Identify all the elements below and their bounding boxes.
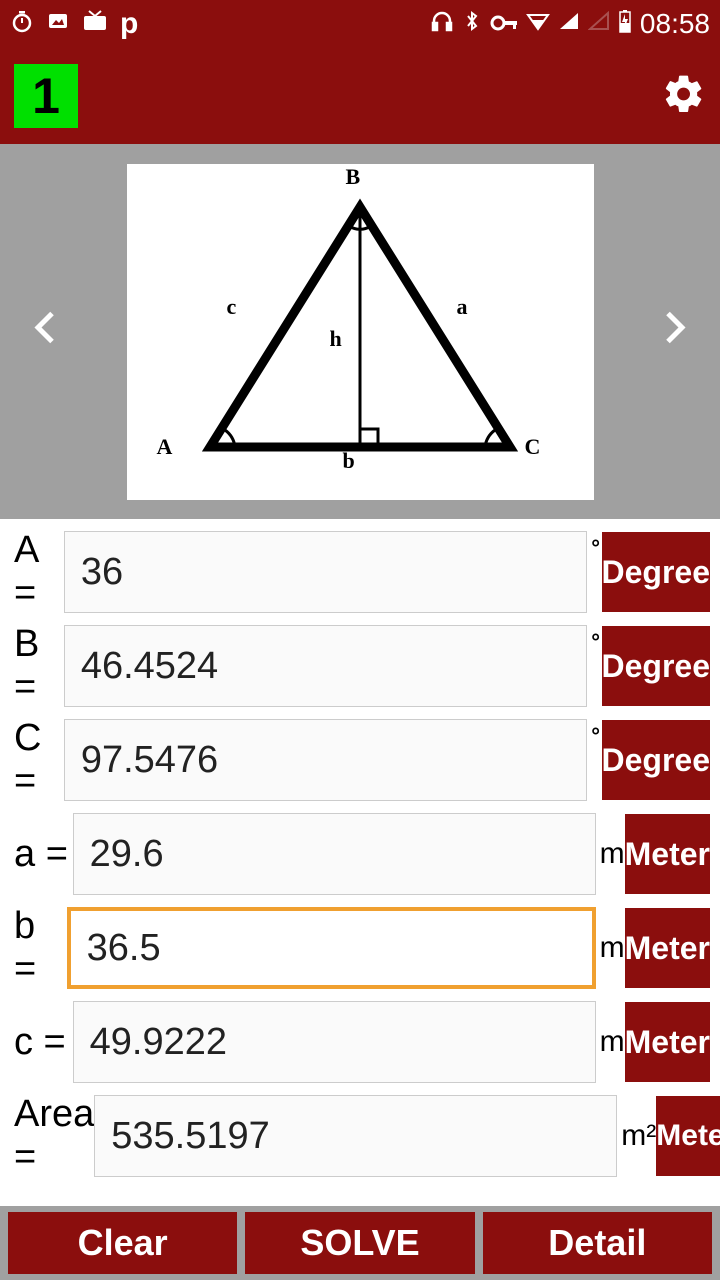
- row-c: c = m Meter: [10, 999, 710, 1085]
- label-b: b =: [10, 905, 67, 991]
- unit-btn-area[interactable]: Meter²: [656, 1096, 720, 1176]
- unit-c: m: [596, 1025, 625, 1059]
- picture-icon: [46, 9, 70, 40]
- tv-icon: [82, 9, 108, 40]
- row-C: C = ° Degree: [10, 717, 710, 803]
- solve-button[interactable]: SOLVE: [245, 1212, 474, 1274]
- unit-btn-c[interactable]: Meter: [625, 1002, 710, 1082]
- input-b[interactable]: [67, 907, 596, 989]
- input-A[interactable]: [64, 531, 587, 613]
- unit-area: m²: [617, 1119, 656, 1153]
- wifi-icon: [526, 10, 550, 38]
- label-a: a =: [10, 833, 73, 876]
- label-area: Area =: [10, 1093, 94, 1179]
- detail-button[interactable]: Detail: [483, 1212, 712, 1274]
- unit-btn-C[interactable]: Degree: [602, 720, 711, 800]
- clear-button[interactable]: Clear: [8, 1212, 237, 1274]
- chevron-right-icon[interactable]: [645, 309, 705, 354]
- label-C: C =: [10, 717, 64, 803]
- label-B: B =: [10, 623, 64, 709]
- p-icon: p: [120, 7, 138, 41]
- row-a: a = m Meter: [10, 811, 710, 897]
- bottom-bar: Clear SOLVE Detail: [0, 1206, 720, 1280]
- stopwatch-icon: [10, 9, 34, 40]
- row-b: b = m Meter: [10, 905, 710, 991]
- input-B[interactable]: [64, 625, 587, 707]
- app-bar: 1: [0, 48, 720, 144]
- vertex-B: B: [346, 164, 361, 190]
- unit-btn-A[interactable]: Degree: [602, 532, 711, 612]
- unit-a: m: [596, 837, 625, 871]
- row-B: B = ° Degree: [10, 623, 710, 709]
- signal-empty-icon: [588, 10, 610, 38]
- battery-icon: [618, 9, 632, 40]
- side-a: a: [457, 294, 468, 320]
- unit-btn-a[interactable]: Meter: [625, 814, 710, 894]
- side-b: b: [343, 448, 355, 474]
- diagram-area: A B C c a b h: [0, 144, 720, 519]
- chevron-left-icon[interactable]: [15, 309, 75, 354]
- label-A: A =: [10, 529, 64, 615]
- status-left: p: [10, 7, 138, 41]
- clock-time: 08:58: [640, 8, 710, 40]
- unit-b: m: [596, 931, 625, 965]
- row-A: A = ° Degree: [10, 529, 710, 615]
- input-area[interactable]: [94, 1095, 617, 1177]
- row-area: Area = m² Meter²: [10, 1093, 710, 1179]
- unit-B: °: [587, 623, 602, 655]
- unit-C: °: [587, 717, 602, 749]
- headphones-icon: [430, 9, 454, 40]
- input-a[interactable]: [73, 813, 596, 895]
- unit-btn-b[interactable]: Meter: [625, 908, 710, 988]
- triangle-diagram: A B C c a b h: [127, 164, 594, 500]
- input-C[interactable]: [64, 719, 587, 801]
- gear-icon[interactable]: [662, 72, 706, 121]
- vertex-C: C: [525, 434, 541, 460]
- unit-A: °: [587, 529, 602, 561]
- unit-btn-B[interactable]: Degree: [602, 626, 711, 706]
- inputs-panel: A = ° Degree B = ° Degree C = ° Degree a…: [0, 519, 720, 1179]
- height-h: h: [330, 326, 342, 352]
- bluetooth-icon: [462, 9, 482, 40]
- label-c: c =: [10, 1021, 73, 1064]
- signal-icon: [558, 10, 580, 38]
- status-bar: p 08:58: [0, 0, 720, 48]
- input-c[interactable]: [73, 1001, 596, 1083]
- side-c: c: [227, 294, 237, 320]
- status-right: 08:58: [430, 8, 710, 40]
- vertex-A: A: [157, 434, 173, 460]
- key-icon: [490, 10, 518, 38]
- app-badge: 1: [14, 64, 78, 128]
